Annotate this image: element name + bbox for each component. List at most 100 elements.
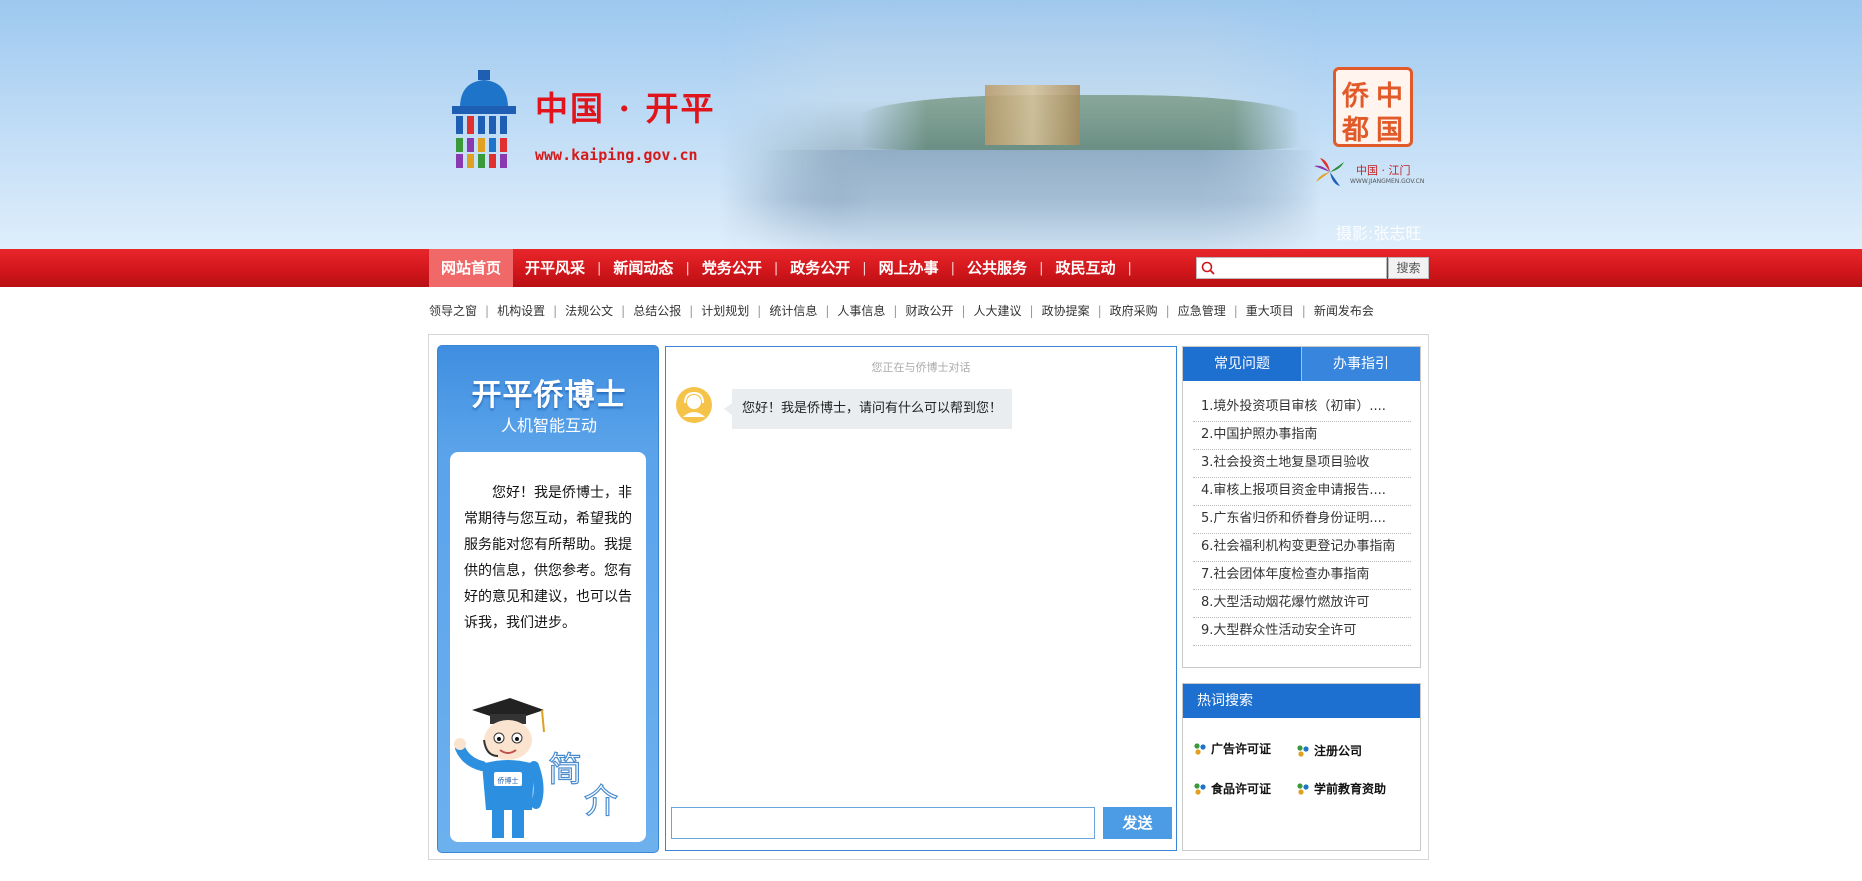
- chat-panel: 您正在与侨博士对话 您好！我是侨博士，请问有什么可以帮到您！ 发送: [665, 346, 1177, 851]
- site-name[interactable]: 中国 · 开平: [535, 82, 715, 130]
- faq-item[interactable]: 2.中国护照办事指南: [1193, 422, 1411, 450]
- subnav-separator: |: [1301, 303, 1306, 318]
- jiangmen-text: 中国 · 江门: [1356, 164, 1411, 177]
- nav-item-party-affairs[interactable]: 党务公开: [690, 249, 774, 287]
- subnav-item[interactable]: 统计信息: [769, 302, 817, 319]
- intro-title: 开平侨博士: [471, 378, 627, 413]
- bullet-dots-icon: [1194, 742, 1206, 755]
- bot-avatar-icon: [676, 387, 712, 423]
- faq-item[interactable]: 7.社会团体年度检查办事指南: [1193, 562, 1411, 590]
- hot-word-label: 广告许可证: [1211, 742, 1272, 756]
- jiangmen-logo[interactable]: 中国 · 江门 WWW.JIANGMEN.GOV.CN: [1312, 154, 1425, 190]
- subnav-item[interactable]: 法规公文: [565, 302, 613, 319]
- subnav-separator: |: [1097, 303, 1102, 318]
- tab-common-questions[interactable]: 常见问题: [1183, 347, 1301, 381]
- subnav-separator: |: [825, 303, 830, 318]
- chat-hint: 您正在与侨博士对话: [871, 361, 971, 374]
- nav-item-home[interactable]: 网站首页: [429, 249, 514, 287]
- qiaoxiang-logo[interactable]: 侨 中 都 国: [1333, 67, 1413, 147]
- faq-item[interactable]: 3.社会投资土地复垦项目验收: [1193, 450, 1411, 478]
- faq-tabs: 常见问题 办事指引: [1183, 347, 1420, 381]
- intro-subtitle: 人机智能互动: [500, 416, 597, 435]
- subnav-item[interactable]: 计划规划: [701, 302, 749, 319]
- kaiping-logo-icon[interactable]: [448, 68, 520, 172]
- header-banner: 中国 · 开平 www.kaiping.gov.cn 侨 中 都 国 中国 · …: [0, 0, 1862, 249]
- hot-word[interactable]: 广告许可证: [1193, 740, 1271, 757]
- subnav-separator: |: [553, 303, 558, 318]
- hot-word-label: 食品许可证: [1211, 782, 1272, 796]
- bullet-dots-icon: [1297, 744, 1309, 757]
- jiangmen-url: WWW.JIANGMEN.GOV.CN: [1350, 178, 1425, 185]
- hot-search-panel: 热词搜索 广告许可证 注册公司 食品许可证 学前教育资助: [1182, 683, 1421, 851]
- subnav-separator: |: [757, 303, 762, 318]
- subnav-item[interactable]: 总结公报: [633, 302, 681, 319]
- search-input[interactable]: [1196, 257, 1387, 279]
- bullet-dots-icon: [1297, 782, 1309, 795]
- nav-item-government-affairs[interactable]: 政务公开: [778, 249, 862, 287]
- banner-trees: [860, 95, 1300, 150]
- hot-word-label: 注册公司: [1314, 744, 1363, 758]
- hot-word[interactable]: 学前教育资助: [1296, 780, 1386, 797]
- photo-credit: 摄影:张志旺: [1336, 224, 1422, 243]
- jianjie-char: 介: [583, 781, 618, 822]
- tab-service-guide[interactable]: 办事指引: [1301, 347, 1420, 381]
- faq-item[interactable]: 8.大型活动烟花爆竹燃放许可: [1193, 590, 1411, 618]
- subnav-separator: |: [689, 303, 694, 318]
- faq-item[interactable]: 5.广东省归侨和侨眷身份证明....: [1193, 506, 1411, 534]
- search-icon: [1201, 261, 1215, 275]
- subnav-separator: |: [1233, 303, 1238, 318]
- subnav-separator: |: [893, 303, 898, 318]
- send-button[interactable]: 发送: [1103, 807, 1172, 839]
- intro-card: 您好！我是侨博士，非常期待与您互动，希望我的服务能对您有所帮助。我提供的信息，供…: [450, 452, 646, 842]
- nav-item-interaction[interactable]: 政民互动: [1043, 249, 1127, 287]
- faq-list: 1.境外投资项目审核（初审）.... 2.中国护照办事指南 3.社会投资土地复垦…: [1193, 394, 1411, 646]
- site-url[interactable]: www.kaiping.gov.cn: [535, 146, 698, 164]
- nav-item-public-services[interactable]: 公共服务: [955, 249, 1039, 287]
- hot-word[interactable]: 食品许可证: [1193, 780, 1271, 797]
- nav-item-news[interactable]: 新闻动态: [601, 249, 685, 287]
- subnav-item[interactable]: 政协提案: [1042, 302, 1090, 319]
- search-button[interactable]: 搜索: [1388, 257, 1429, 279]
- faq-panel: 常见问题 办事指引 1.境外投资项目审核（初审）.... 2.中国护照办事指南 …: [1182, 346, 1421, 668]
- subnav-separator: |: [1165, 303, 1170, 318]
- subnav-separator: |: [961, 303, 966, 318]
- mascot-badge: 侨博士: [498, 776, 519, 785]
- main-nav: 网站首页 开平风采 | 新闻动态 | 党务公开 | 政务公开 | 网上办事 | …: [0, 249, 1862, 287]
- subnav-separator: |: [485, 303, 490, 318]
- subnav-separator: |: [1029, 303, 1034, 318]
- doctor-mascot-icon: 侨博士: [454, 698, 545, 838]
- hot-search-title: 热词搜索: [1183, 684, 1420, 718]
- intro-text: 您好！我是侨博士，非常期待与您互动，希望我的服务能对您有所帮助。我提供的信息，供…: [464, 485, 632, 631]
- subnav-item[interactable]: 新闻发布会: [1314, 302, 1374, 319]
- faq-item[interactable]: 9.大型群众性活动安全许可: [1193, 618, 1411, 646]
- hot-word-label: 学前教育资助: [1314, 782, 1387, 796]
- subnav-item[interactable]: 人事信息: [837, 302, 885, 319]
- chat-message-input[interactable]: [671, 807, 1095, 839]
- subnav-item[interactable]: 人大建议: [974, 302, 1022, 319]
- sub-nav: 领导之窗 | 机构设置 | 法规公文 | 总结公报 | 计划规划 | 统计信息 | 人事信息…: [429, 302, 1374, 319]
- qx-char: 都: [1342, 115, 1369, 146]
- faq-item[interactable]: 1.境外投资项目审核（初审）....: [1193, 394, 1411, 422]
- qx-char: 国: [1376, 115, 1403, 146]
- intro-panel: 开平侨博士 人机智能互动 您好！我是侨博士，非常期待与您互动，希望我的服务能对您…: [437, 345, 659, 853]
- faq-item[interactable]: 4.审核上报项目资金申请报告....: [1193, 478, 1411, 506]
- jianjie-char: 简: [547, 749, 582, 790]
- hot-word[interactable]: 注册公司: [1296, 742, 1362, 759]
- subnav-item[interactable]: 政府采购: [1110, 302, 1158, 319]
- banner-building: [985, 85, 1080, 145]
- banner-lake: [760, 150, 1320, 249]
- intro-jianjie[interactable]: 简 介: [547, 742, 638, 822]
- bot-greeting-message: 您好！我是侨博士，请问有什么可以帮到您！: [724, 389, 1012, 429]
- nav-item-online-services[interactable]: 网上办事: [867, 249, 951, 287]
- nav-separator: |: [1127, 260, 1132, 276]
- subnav-item[interactable]: 领导之窗: [429, 302, 477, 319]
- subnav-item[interactable]: 财政公开: [905, 302, 953, 319]
- subnav-item[interactable]: 重大项目: [1246, 302, 1294, 319]
- subnav-item[interactable]: 机构设置: [497, 302, 545, 319]
- faq-item[interactable]: 6.社会福利机构变更登记办事指南: [1193, 534, 1411, 562]
- bullet-dots-icon: [1194, 782, 1206, 795]
- jiangmen-emblem-icon: [1314, 158, 1344, 186]
- nav-item-kaiping-style[interactable]: 开平风采: [513, 249, 597, 287]
- subnav-item[interactable]: 应急管理: [1178, 302, 1226, 319]
- nav-items: 网站首页 开平风采 | 新闻动态 | 党务公开 | 政务公开 | 网上办事 | …: [429, 249, 1132, 287]
